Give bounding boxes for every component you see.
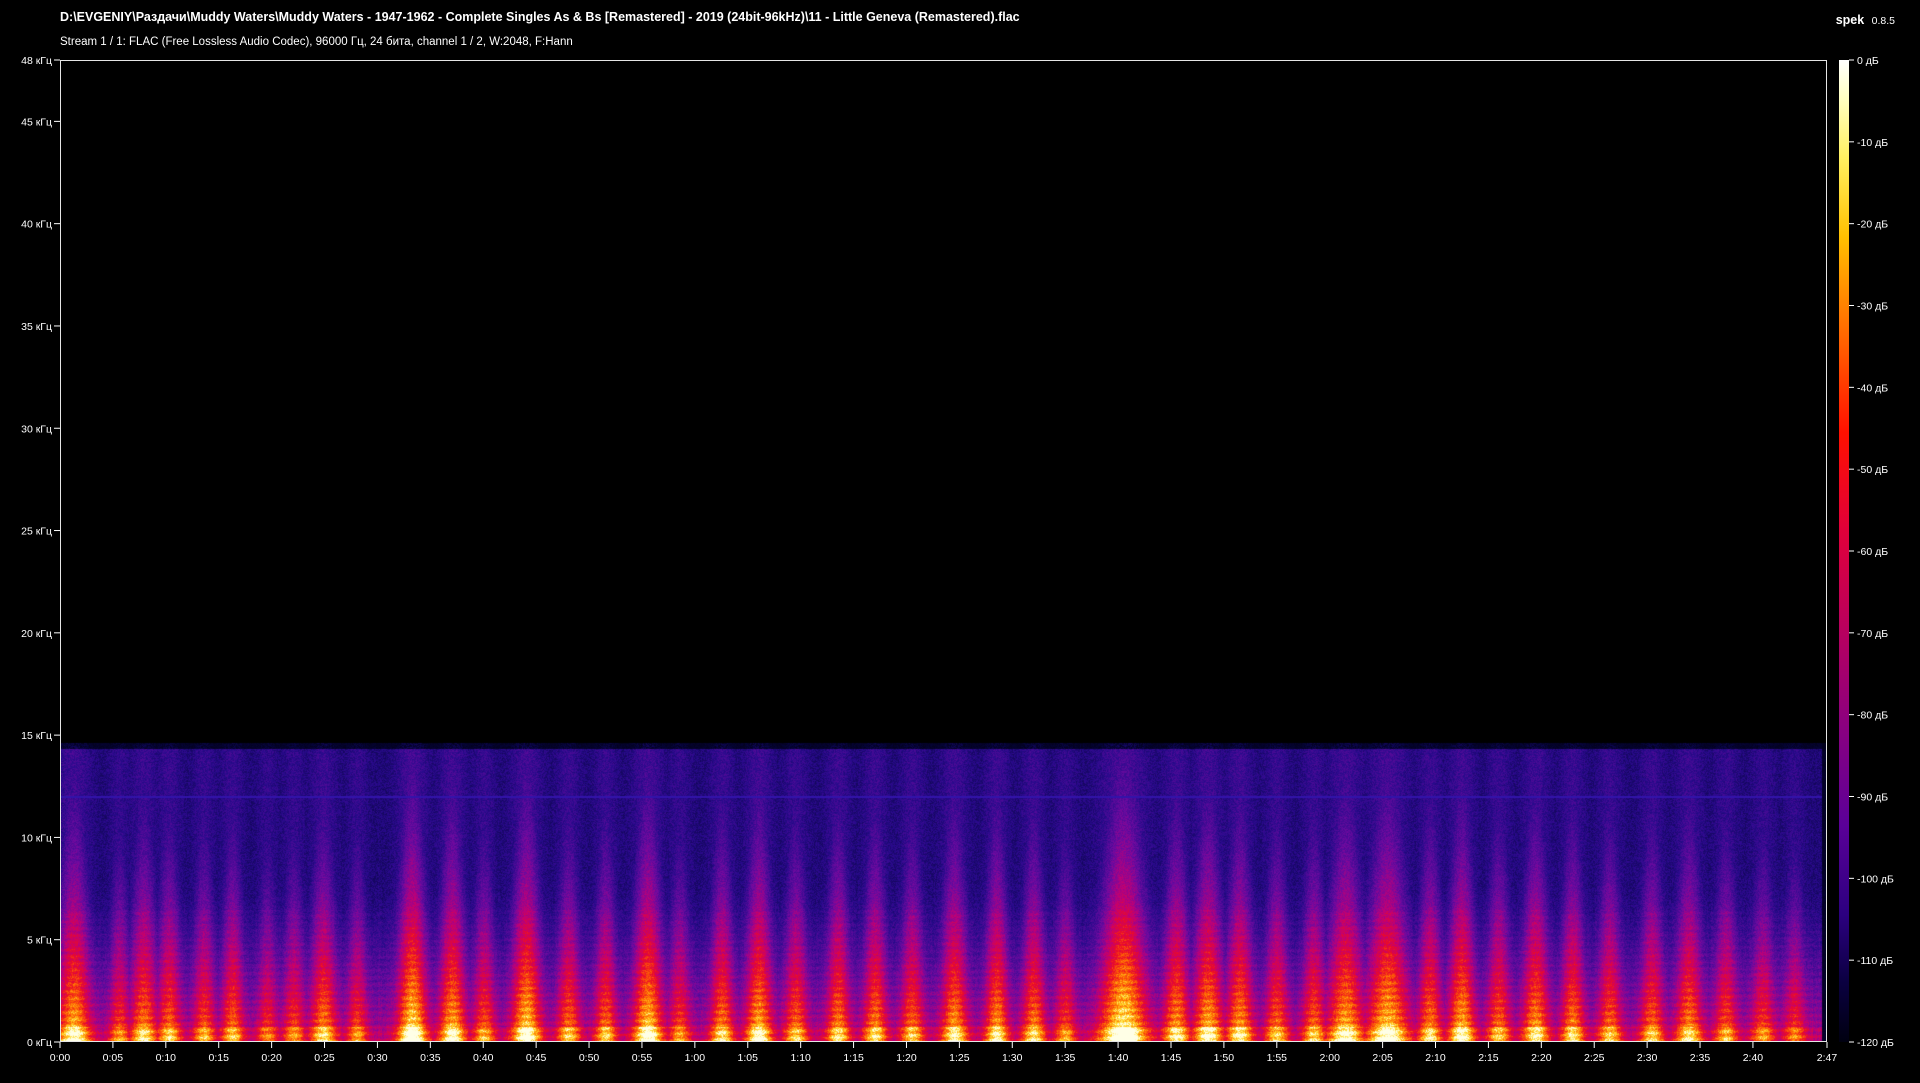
- db-tick-label: -60 дБ: [1857, 546, 1888, 558]
- app-version: 0.8.5: [1871, 15, 1895, 27]
- time-tick-label: 2:40: [1743, 1052, 1764, 1064]
- time-tick-label: 1:15: [843, 1052, 864, 1064]
- time-tick-label: 1:25: [949, 1052, 970, 1064]
- freq-tick-label: 35 кГц: [21, 321, 52, 333]
- time-tick-label: 0:40: [473, 1052, 494, 1064]
- freq-tick-label: 30 кГц: [21, 423, 52, 435]
- time-tick-label: 1:50: [1214, 1052, 1235, 1064]
- time-tick-label: 2:30: [1637, 1052, 1658, 1064]
- app-name: spek: [1835, 13, 1865, 27]
- db-tick-label: -10 дБ: [1857, 137, 1888, 149]
- freq-tick-label: 10 кГц: [21, 832, 52, 844]
- spectrogram-plot[interactable]: [60, 60, 1827, 1042]
- time-tick-label: 1:45: [1161, 1052, 1182, 1064]
- spek-window: D:\EVGENIY\Раздачи\Muddy Waters\Muddy Wa…: [0, 0, 1920, 1083]
- db-tick-label: -20 дБ: [1857, 219, 1888, 231]
- time-tick-label: 0:25: [314, 1052, 335, 1064]
- app-brand: spek 0.8.5: [1836, 11, 1895, 29]
- time-tick-label: 1:10: [790, 1052, 811, 1064]
- time-tick-label: 2:05: [1372, 1052, 1393, 1064]
- db-tick-label: 0 дБ: [1857, 55, 1879, 67]
- time-tick-label: 0:10: [156, 1052, 177, 1064]
- stream-info: Stream 1 / 1: FLAC (Free Lossless Audio …: [60, 36, 573, 48]
- db-tick-label: -50 дБ: [1857, 464, 1888, 476]
- time-tick-label: 2:35: [1690, 1052, 1711, 1064]
- freq-tick-label: 20 кГц: [21, 628, 52, 640]
- time-tick-label: 0:45: [526, 1052, 547, 1064]
- time-tick-label: 0:55: [632, 1052, 653, 1064]
- time-tick-label: 1:20: [896, 1052, 917, 1064]
- freq-tick-label: 15 кГц: [21, 730, 52, 742]
- freq-tick-label: 40 кГц: [21, 219, 52, 231]
- time-tick-label: 0:35: [420, 1052, 441, 1064]
- db-tick-label: -90 дБ: [1857, 792, 1888, 804]
- db-tick-label: -70 дБ: [1857, 628, 1888, 640]
- db-tick-label: -120 дБ: [1857, 1037, 1894, 1049]
- freq-tick-label: 45 кГц: [21, 116, 52, 128]
- time-tick-label: 2:15: [1478, 1052, 1499, 1064]
- time-tick-label: 0:15: [208, 1052, 229, 1064]
- file-path-title: D:\EVGENIY\Раздачи\Muddy Waters\Muddy Wa…: [60, 10, 1020, 24]
- freq-tick-label: 25 кГц: [21, 526, 52, 538]
- time-tick-label: 1:55: [1267, 1052, 1288, 1064]
- freq-tick-label: 0 кГц: [27, 1037, 52, 1049]
- time-axis: 0:00 0:05 0:10 0:15 0:20 0:25 0:30 0:35 0:40 0:45…: [50, 1042, 1838, 1064]
- frequency-axis: 48 кГц 45 кГц 40 кГц 35 кГц 30 кГц 25 кГц 20 к…: [21, 55, 60, 1049]
- freq-tick-label: 48 кГц: [21, 55, 52, 67]
- time-tick-label: 1:40: [1108, 1052, 1129, 1064]
- time-tick-label: 2:10: [1425, 1052, 1446, 1064]
- freq-tick-label: 5 кГц: [27, 935, 52, 947]
- time-tick-label: 0:20: [261, 1052, 282, 1064]
- time-tick-label: 1:35: [1055, 1052, 1076, 1064]
- time-tick-label: 0:50: [579, 1052, 600, 1064]
- time-tick-label: 0:05: [103, 1052, 124, 1064]
- time-tick-label: 0:00: [50, 1052, 71, 1064]
- time-tick-label: 1:30: [1002, 1052, 1023, 1064]
- time-tick-label: 2:00: [1319, 1052, 1340, 1064]
- db-scale-axis: 0 дБ -10 дБ -20 дБ -30 дБ -40 дБ -50 дБ -60 дБ…: [1849, 55, 1894, 1049]
- time-tick-label: 0:30: [367, 1052, 388, 1064]
- spectrogram-canvas: [61, 61, 1826, 1041]
- db-tick-label: -100 дБ: [1857, 873, 1894, 885]
- db-tick-label: -40 дБ: [1857, 382, 1888, 394]
- time-tick-label: 2:25: [1584, 1052, 1605, 1064]
- time-tick-label: 2:47: [1817, 1052, 1838, 1064]
- time-tick-label: 1:00: [685, 1052, 706, 1064]
- time-tick-label: 2:20: [1531, 1052, 1552, 1064]
- db-tick-label: -110 дБ: [1857, 955, 1893, 967]
- time-tick-label: 1:05: [738, 1052, 759, 1064]
- db-tick-label: -80 дБ: [1857, 710, 1888, 722]
- db-tick-label: -30 дБ: [1857, 301, 1888, 313]
- db-colorbar: [1839, 60, 1849, 1042]
